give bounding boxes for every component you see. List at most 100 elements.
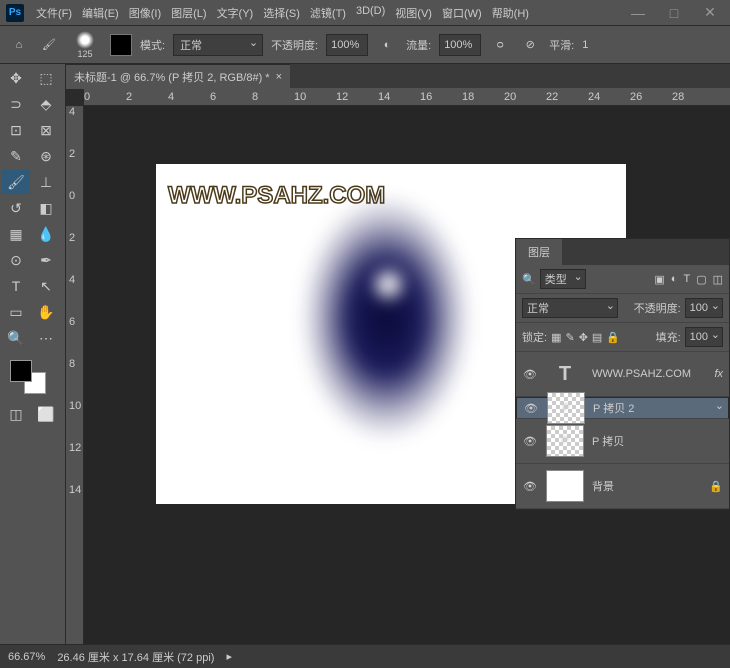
move-tool-icon[interactable]: ✥ [2,66,30,90]
close-icon[interactable]: ✕ [696,4,724,22]
fill-label: 填充: [656,329,681,345]
visibility-icon[interactable]: 👁 [522,435,538,448]
pressure-size-icon[interactable]: ⊘ [519,34,541,56]
menu-view[interactable]: 视图(V) [391,3,436,23]
lock-position-icon[interactable]: ✥ [579,331,588,344]
layer-blend-select[interactable]: 正常 [522,298,618,318]
lock-artboard-icon[interactable]: ▤ [592,331,602,344]
smooth-label: 平滑: [549,37,574,53]
foreground-swatch[interactable] [10,360,32,382]
menu-layer[interactable]: 图层(L) [167,3,210,23]
opacity-input[interactable]: 100% [326,34,368,56]
menu-help[interactable]: 帮助(H) [488,3,533,23]
layer-opacity-label: 不透明度: [634,300,681,316]
shape-tool-icon[interactable]: ▭ [2,300,30,324]
layer-thumbnail: P [546,425,584,457]
layer-name: P 拷贝 2 [593,400,634,416]
document-tabs: 未标题-1 @ 66.7% (P 拷贝 2, RGB/8#) * × [66,64,730,88]
path-select-icon[interactable]: ↖ [32,274,60,298]
fx-badge[interactable]: fx [714,368,723,380]
filter-smart-icon[interactable]: ◫ [713,273,723,286]
layer-row[interactable]: 👁PP 拷贝 2 [516,397,729,419]
artwork-p-shape [286,192,486,472]
color-swatches[interactable] [4,358,61,394]
document-tab[interactable]: 未标题-1 @ 66.7% (P 拷贝 2, RGB/8#) * × [66,64,290,89]
layer-opacity-input[interactable]: 100 [685,298,723,318]
visibility-icon[interactable]: 👁 [523,402,539,415]
healing-tool-icon[interactable]: ⊛ [32,144,60,168]
filter-text-icon[interactable]: T [683,273,690,286]
layers-tab[interactable]: 图层 [516,239,562,265]
brush-tool-icon[interactable]: 🖌 [38,34,60,56]
filter-image-icon[interactable]: ▣ [654,273,664,286]
menu-filter[interactable]: 滤镜(T) [306,3,350,23]
menu-file[interactable]: 文件(F) [32,3,76,23]
lock-all-icon[interactable]: 🔒 [606,331,620,344]
zoom-tool-icon[interactable]: 🔍 [2,326,30,350]
eraser-tool-icon[interactable]: ◧ [32,196,60,220]
smooth-value[interactable]: 1 [582,39,588,51]
layer-row[interactable]: 👁PP 拷贝 [516,419,729,464]
status-chevron-icon[interactable]: ▸ [226,650,232,663]
lock-label: 锁定: [522,329,547,345]
history-brush-icon[interactable]: ↺ [2,196,30,220]
flow-label: 流量: [406,37,431,53]
stamp-tool-icon[interactable]: ⊥ [32,170,60,194]
fill-input[interactable]: 100 [685,327,723,347]
layer-thumbnail: P [547,392,585,424]
visibility-icon[interactable]: 👁 [522,480,538,493]
menu-select[interactable]: 选择(S) [259,3,304,23]
mode-label: 模式: [140,37,165,53]
maximize-icon[interactable]: □ [660,4,688,22]
frame-tool-icon[interactable]: ⊠ [32,118,60,142]
opacity-label: 不透明度: [271,37,318,53]
minimize-icon[interactable]: — [624,4,652,22]
type-tool-icon[interactable]: T [2,274,30,298]
statusbar: 66.67% 26.46 厘米 x 17.64 厘米 (72 ppi) ▸ [0,644,730,668]
menu-text[interactable]: 文字(Y) [213,3,258,23]
eyedropper-tool-icon[interactable]: ✎ [2,144,30,168]
pressure-opacity-icon[interactable]: ◐ [376,34,398,56]
quickmask-icon[interactable]: ◫ [2,402,30,426]
close-tab-icon[interactable]: × [276,71,282,83]
lock-pixels-icon[interactable]: ▦ [551,331,561,344]
crop-tool-icon[interactable]: ⊡ [2,118,30,142]
filter-type-select[interactable]: 类型 [540,269,586,289]
options-bar: ⌂ 🖌 125 模式: 正常 不透明度: 100% ◐ 流量: 100% ᴑ ⊘… [0,26,730,64]
quick-select-tool-icon[interactable]: ⬘ [32,92,60,116]
menu-window[interactable]: 窗口(W) [438,3,486,23]
ruler-horizontal: 0246810121416182022242628 [84,88,730,106]
marquee-tool-icon[interactable]: ⬚ [32,66,60,90]
filter-adjust-icon[interactable]: ◐ [671,273,678,286]
lock-paint-icon[interactable]: ✎ [565,331,574,344]
screenmode-icon[interactable]: ⬜ [32,402,60,426]
home-icon[interactable]: ⌂ [8,34,30,56]
filter-shape-icon[interactable]: ▢ [696,273,706,286]
menu-3d[interactable]: 3D(D) [352,3,389,23]
blend-mode-select[interactable]: 正常 [173,34,263,56]
ruler-vertical: 4202468101214 [66,106,84,644]
search-icon[interactable]: 🔍 [522,273,536,286]
blur-tool-icon[interactable]: 💧 [32,222,60,246]
airbrush-icon[interactable]: ᴑ [489,34,511,56]
brush-preview[interactable]: 125 [68,30,102,60]
lasso-tool-icon[interactable]: ⊃ [2,92,30,116]
zoom-level[interactable]: 66.67% [8,651,45,663]
menu-edit[interactable]: 编辑(E) [78,3,123,23]
brush-tool-icon[interactable]: 🖌 [2,170,30,194]
layer-name: WWW.PSAHZ.COM [592,368,691,380]
edit-toolbar-icon[interactable]: ⋯ [32,326,60,350]
document-title: 未标题-1 @ 66.7% (P 拷贝 2, RGB/8#) * [74,69,270,85]
layer-row[interactable]: 👁 T WWW.PSAHZ.COM fx [516,352,729,397]
flow-input[interactable]: 100% [439,34,481,56]
color-swatch[interactable] [110,34,132,56]
gradient-tool-icon[interactable]: ▦ [2,222,30,246]
text-layer-icon: T [546,358,584,390]
pen-tool-icon[interactable]: ✒ [32,248,60,272]
visibility-icon[interactable]: 👁 [522,368,538,381]
menu-image[interactable]: 图像(I) [125,3,165,23]
hand-tool-icon[interactable]: ✋ [32,300,60,324]
layer-row[interactable]: 👁背景🔒 [516,464,729,509]
dodge-tool-icon[interactable]: ⊙ [2,248,30,272]
toolbox: ✥ ⬚ ⊃ ⬘ ⊡ ⊠ ✎ ⊛ 🖌 ⊥ ↺ ◧ ▦ 💧 ⊙ ✒ T ↖ ▭ ✋ … [0,64,66,644]
